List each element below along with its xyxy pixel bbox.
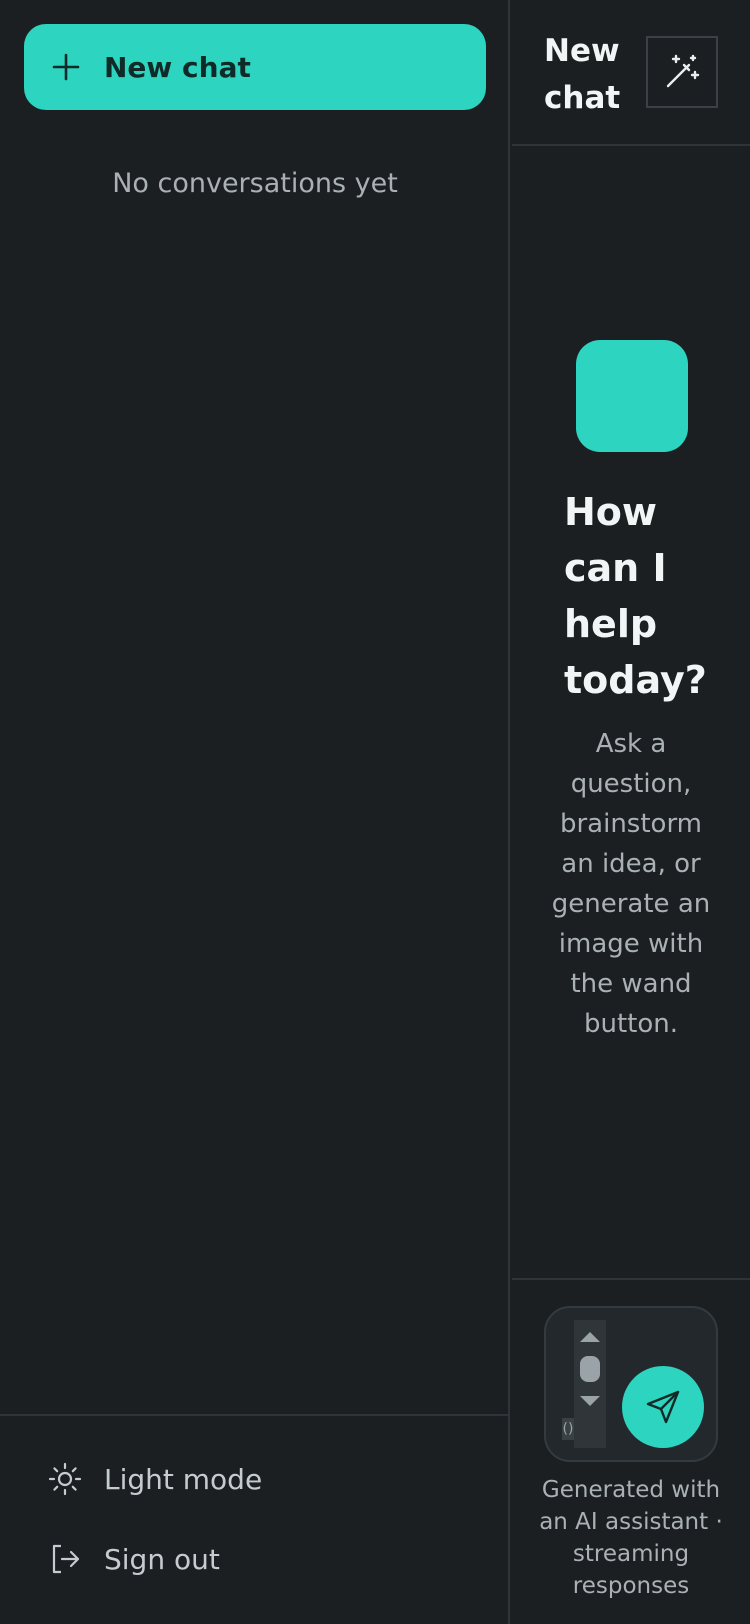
chat-pane: New chat How can I help today? Ask a que… bbox=[512, 0, 750, 1624]
sign-out-button[interactable]: Sign out bbox=[48, 1534, 220, 1584]
scroll-up-arrow-icon[interactable] bbox=[580, 1332, 600, 1342]
plus-icon bbox=[52, 53, 80, 81]
light-mode-label: Light mode bbox=[104, 1462, 263, 1496]
light-mode-toggle[interactable]: Light mode bbox=[48, 1454, 262, 1504]
image-generate-button[interactable] bbox=[646, 36, 718, 108]
chat-header: New chat bbox=[512, 0, 750, 146]
sun-icon bbox=[48, 1462, 82, 1496]
hero-subtitle: Ask a question, brainstorm an idea, or g… bbox=[551, 729, 711, 1039]
app-root: New chat No conversations yet Light mode bbox=[0, 0, 750, 1624]
input-scrollbar[interactable] bbox=[574, 1320, 606, 1448]
sign-out-icon bbox=[52, 1544, 80, 1574]
empty-conversations-text: No conversations yet bbox=[112, 168, 398, 199]
sidebar-footer bbox=[0, 1414, 510, 1624]
sidebar: New chat No conversations yet bbox=[0, 0, 510, 1624]
page-title: New chat bbox=[544, 33, 621, 116]
send-button[interactable] bbox=[622, 1366, 704, 1448]
scroll-down-arrow-icon[interactable] bbox=[580, 1396, 600, 1406]
new-chat-label: New chat bbox=[104, 50, 251, 84]
hero-title: How can I help today? bbox=[564, 490, 707, 702]
composer-footnote: Generated with an AI assistant · streami… bbox=[539, 1477, 723, 1599]
composer-area: () Generated with an AI assistant · stre… bbox=[512, 1278, 750, 1624]
input-caret-marker: () bbox=[562, 1418, 574, 1440]
send-icon bbox=[646, 1390, 680, 1424]
sign-out-label: Sign out bbox=[104, 1542, 220, 1576]
message-composer: () bbox=[544, 1306, 718, 1462]
magic-wand-icon bbox=[666, 54, 700, 88]
new-chat-button[interactable]: New chat bbox=[24, 24, 486, 110]
assistant-logo bbox=[576, 340, 688, 452]
scroll-thumb[interactable] bbox=[580, 1356, 600, 1382]
